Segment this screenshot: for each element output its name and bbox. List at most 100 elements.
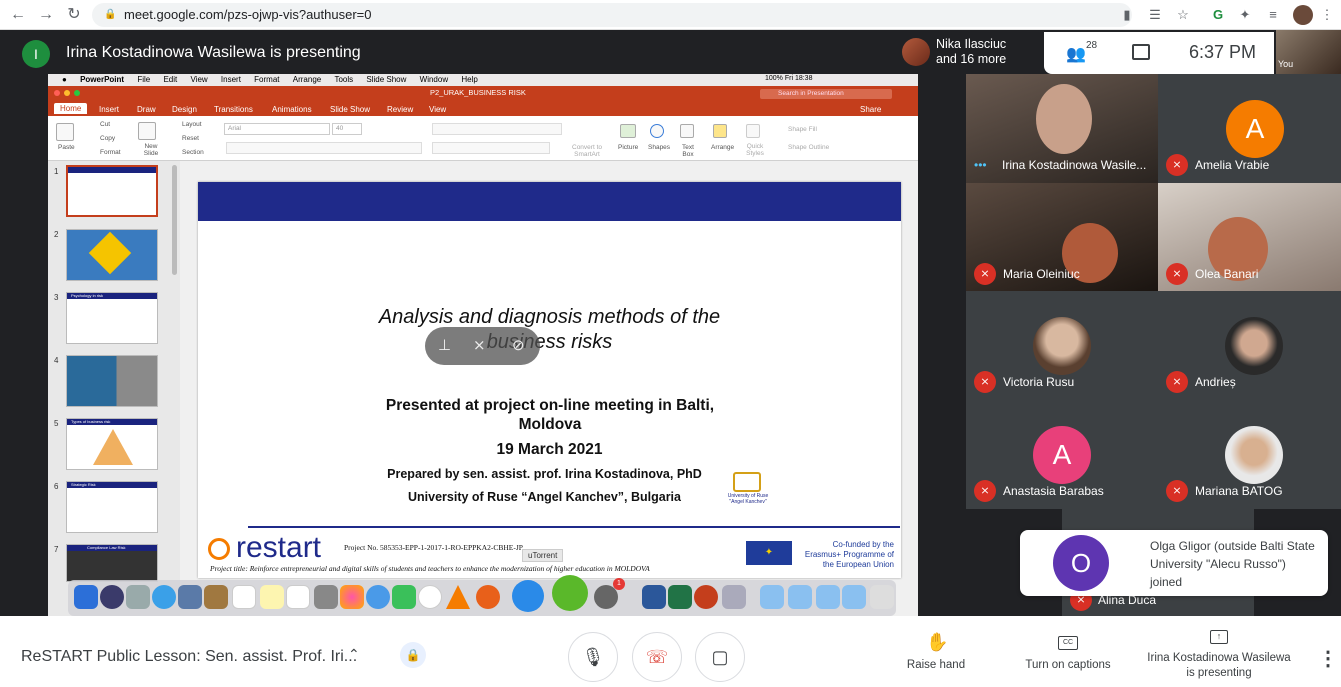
folder-icon[interactable] — [760, 585, 784, 609]
reload-icon[interactable]: ↻ — [64, 4, 84, 26]
slide-thumbnail[interactable]: Strategic Risk — [66, 481, 158, 533]
slide-thumbnail[interactable] — [66, 165, 158, 217]
word-icon[interactable] — [642, 585, 666, 609]
list-buttons[interactable] — [432, 123, 562, 135]
preview-icon[interactable] — [722, 585, 746, 609]
leave-call-button[interactable]: ☏ — [632, 632, 682, 682]
tab-animations[interactable]: Animations — [272, 105, 312, 114]
cut-button[interactable]: Cut — [100, 121, 110, 128]
presenting-label[interactable]: Irina Kostadinowa Wasilewa is presenting — [1144, 651, 1294, 681]
folder-icon[interactable] — [788, 585, 812, 609]
chat-icon[interactable] — [1132, 44, 1150, 60]
slide-thumbnail[interactable]: Compliance Law Risk — [66, 544, 158, 582]
present-icon[interactable]: ↑ — [1210, 630, 1228, 644]
align-buttons[interactable] — [432, 142, 550, 154]
other-participants[interactable]: Nika Ilasciuc and 16 more — [936, 37, 1006, 67]
menu-window[interactable]: Window — [420, 74, 448, 86]
picture-icon[interactable] — [620, 124, 636, 138]
text-format-buttons[interactable] — [226, 142, 422, 154]
zoom-window-icon[interactable] — [74, 90, 80, 96]
section-button[interactable]: Section — [182, 149, 204, 156]
translate-icon[interactable]: ☰ — [1146, 6, 1164, 24]
tab-view[interactable]: View — [429, 105, 446, 114]
menu-icon[interactable]: ⋮ — [1318, 6, 1336, 24]
raise-hand-icon[interactable]: ✋ — [926, 632, 948, 653]
mail-icon[interactable] — [178, 585, 202, 609]
menu-file[interactable]: File — [137, 74, 150, 86]
tab-insert[interactable]: Insert — [99, 105, 119, 114]
people-icon[interactable]: 👥 — [1066, 44, 1086, 64]
finder-icon[interactable] — [74, 585, 98, 609]
shape-outline-button[interactable]: Shape Outline — [788, 144, 829, 151]
grammarly-icon[interactable]: G — [1209, 6, 1227, 24]
arrange-icon[interactable] — [713, 124, 727, 138]
copy-button[interactable]: Copy — [100, 135, 115, 142]
mute-icon[interactable]: ⨯ — [473, 336, 486, 354]
reset-button[interactable]: Reset — [182, 135, 199, 142]
minimize-window-icon[interactable] — [64, 90, 70, 96]
menu-powerpoint[interactable]: PowerPoint — [80, 74, 124, 86]
new-slide-icon[interactable] — [138, 122, 156, 140]
safari-icon[interactable] — [152, 585, 176, 609]
siri-icon[interactable] — [100, 585, 124, 609]
tab-home[interactable]: Home — [54, 103, 88, 114]
facetime-icon[interactable] — [392, 585, 416, 609]
tab-design[interactable]: Design — [172, 105, 197, 114]
textbox-icon[interactable] — [680, 124, 694, 138]
utorrent-icon[interactable] — [552, 575, 588, 611]
vlc-icon[interactable] — [446, 585, 470, 609]
menu-insert[interactable]: Insert — [221, 74, 241, 86]
tab-draw[interactable]: Draw — [137, 105, 156, 114]
extensions-icon[interactable]: ✦ — [1236, 6, 1254, 24]
shape-fill-button[interactable]: Shape Fill — [788, 126, 817, 133]
camera-icon[interactable]: ▮ — [1118, 6, 1136, 24]
books-icon[interactable] — [476, 585, 500, 609]
tab-transitions[interactable]: Transitions — [214, 105, 253, 114]
powerpoint-icon[interactable] — [694, 585, 718, 609]
music-icon[interactable] — [418, 585, 442, 609]
reading-list-icon[interactable]: ≡ — [1264, 6, 1282, 24]
photos-icon[interactable] — [340, 585, 364, 609]
notes-icon[interactable] — [260, 585, 284, 609]
menu-help[interactable]: Help — [461, 74, 477, 86]
launchpad-icon[interactable] — [126, 585, 150, 609]
trash-icon[interactable] — [870, 585, 894, 609]
menu-tools[interactable]: Tools — [334, 74, 353, 86]
profile-avatar[interactable] — [1293, 5, 1313, 25]
menu-arrange[interactable]: Arrange — [293, 74, 321, 86]
remove-icon[interactable]: ⊘ — [512, 336, 525, 354]
tab-slideshow[interactable]: Slide Show — [330, 105, 370, 114]
maps-icon[interactable] — [314, 585, 338, 609]
forward-icon[interactable]: → — [36, 4, 56, 26]
menu-edit[interactable]: Edit — [163, 74, 177, 86]
paste-icon[interactable] — [56, 123, 74, 141]
app-store-icon[interactable] — [512, 580, 544, 612]
quick-styles-icon[interactable] — [746, 124, 760, 138]
slide-thumbnail[interactable]: Psychology in risk — [66, 292, 158, 344]
share-button[interactable]: Share — [860, 105, 881, 114]
more-options-icon[interactable]: ⋮ — [1318, 646, 1338, 671]
messages-icon[interactable] — [366, 585, 390, 609]
slide-canvas[interactable] — [198, 182, 901, 578]
slide-thumbnail[interactable]: Types of business risk — [66, 418, 158, 470]
format-painter-button[interactable]: Format — [100, 149, 121, 156]
close-window-icon[interactable] — [54, 90, 60, 96]
raise-hand-label[interactable]: Raise hand — [896, 659, 976, 671]
reminders-icon[interactable] — [286, 585, 310, 609]
pin-icon[interactable]: ⊥ — [438, 336, 451, 354]
back-icon[interactable]: ← — [8, 4, 28, 26]
folder-icon[interactable] — [842, 585, 866, 609]
layout-button[interactable]: Layout — [182, 121, 202, 128]
thumb-scrollbar[interactable] — [172, 165, 177, 275]
captions-label[interactable]: Turn on captions — [1018, 659, 1118, 671]
security-shield-icon[interactable]: 🔒 — [400, 642, 426, 668]
menu-slideshow[interactable]: Slide Show — [366, 74, 406, 86]
meeting-title[interactable]: ReSTART Public Lesson: Sen. assist. Prof… — [21, 648, 357, 666]
shapes-icon[interactable] — [650, 124, 664, 138]
convert-smartart-button[interactable]: Convert to SmartArt — [570, 144, 604, 158]
calendar-icon[interactable] — [232, 585, 256, 609]
slide-thumbnail[interactable] — [66, 355, 158, 407]
contacts-icon[interactable] — [204, 585, 228, 609]
tab-review[interactable]: Review — [387, 105, 413, 114]
menu-view[interactable]: View — [190, 74, 207, 86]
